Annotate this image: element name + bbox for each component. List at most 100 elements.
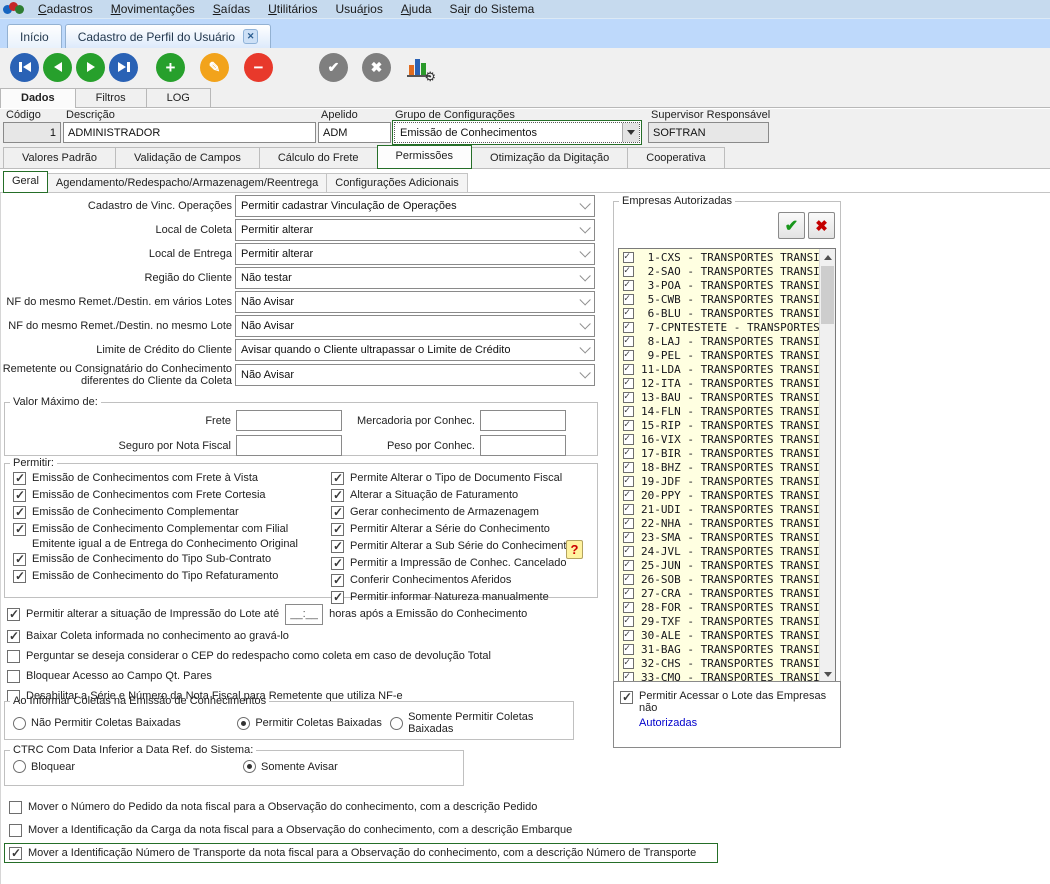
checkbox-icon[interactable] bbox=[331, 557, 344, 570]
menu-item[interactable]: Utilitários bbox=[259, 0, 326, 18]
empresa-row[interactable]: 8-LAJ - TRANSPORTES TRANSI bbox=[619, 334, 818, 348]
empresa-row[interactable]: 13-BAU - TRANSPORTES TRANSI bbox=[619, 390, 818, 404]
sub-tab[interactable]: Geral bbox=[3, 171, 48, 193]
checkbox-icon[interactable] bbox=[623, 644, 634, 655]
checkbox-icon[interactable] bbox=[623, 350, 634, 361]
checkbox-icon[interactable] bbox=[623, 616, 634, 627]
checkbox-icon[interactable] bbox=[623, 308, 634, 319]
permission-tab[interactable]: Valores Padrão bbox=[3, 147, 116, 168]
tab-cadastro-perfil[interactable]: Cadastro de Perfil do Usuário ✕ bbox=[65, 24, 271, 48]
menu-item[interactable]: Ajuda bbox=[392, 0, 441, 18]
checkbox-icon[interactable] bbox=[9, 847, 22, 860]
confirm-button[interactable]: ✔ bbox=[319, 53, 348, 82]
empresa-row[interactable]: 1-CXS - TRANSPORTES TRANSI bbox=[619, 250, 818, 264]
checkbox-icon[interactable] bbox=[331, 489, 344, 502]
checkbox-icon[interactable] bbox=[13, 506, 26, 519]
permitir-checkbox-row[interactable]: Permitir Alterar a Série do Conhecimento bbox=[331, 522, 595, 539]
valor-field-input[interactable] bbox=[480, 435, 566, 456]
permitir-checkbox-row[interactable]: Emissão de Conhecimento do Tipo Refatura… bbox=[13, 569, 313, 586]
combo-dropdown-icon[interactable] bbox=[622, 123, 639, 142]
scroll-up-icon[interactable] bbox=[820, 249, 835, 265]
checkbox-icon[interactable] bbox=[331, 472, 344, 485]
empresa-row[interactable]: 12-ITA - TRANSPORTES TRANSI bbox=[619, 376, 818, 390]
checkbox-icon[interactable] bbox=[7, 608, 20, 621]
checkbox-icon[interactable] bbox=[623, 504, 634, 515]
checkbox-icon[interactable] bbox=[623, 658, 634, 669]
empresa-row[interactable]: 26-SOB - TRANSPORTES TRANSI bbox=[619, 572, 818, 586]
empresa-row[interactable]: 24-JVL - TRANSPORTES TRANSI bbox=[619, 544, 818, 558]
empresa-row[interactable]: 5-CWB - TRANSPORTES TRANSI bbox=[619, 292, 818, 306]
empresa-row[interactable]: 29-TXF - TRANSPORTES TRANSI bbox=[619, 614, 818, 628]
scroll-down-icon[interactable] bbox=[820, 666, 835, 682]
checkbox-icon[interactable] bbox=[13, 472, 26, 485]
empresa-row[interactable]: 21-UDI - TRANSPORTES TRANSI bbox=[619, 502, 818, 516]
setting-dropdown[interactable]: Não testar bbox=[235, 267, 595, 289]
checkbox-icon[interactable] bbox=[7, 630, 20, 643]
empresa-row[interactable]: 31-BAG - TRANSPORTES TRANSI bbox=[619, 642, 818, 656]
tab-inicio[interactable]: Início bbox=[7, 24, 62, 48]
permitir-checkbox-row[interactable]: Emissão de Conhecimento Complementar com… bbox=[13, 522, 313, 552]
radio-icon[interactable] bbox=[243, 760, 256, 773]
menu-item[interactable]: Usuários bbox=[326, 0, 391, 18]
checkbox-icon[interactable] bbox=[623, 602, 634, 613]
valor-field-input[interactable] bbox=[480, 410, 566, 431]
main-tab[interactable]: LOG bbox=[146, 88, 211, 107]
checkbox-icon[interactable] bbox=[9, 824, 22, 837]
valor-field-input[interactable] bbox=[236, 410, 342, 431]
empresa-row[interactable]: 7-CPNTESTETE - TRANSPORTES bbox=[619, 320, 818, 334]
checkbox-icon[interactable] bbox=[620, 691, 633, 704]
checkbox-icon[interactable] bbox=[623, 546, 634, 557]
empresa-row[interactable]: 17-BIR - TRANSPORTES TRANSI bbox=[619, 446, 818, 460]
permitir-checkbox-row[interactable]: Alterar a Situação de Faturamento bbox=[331, 488, 595, 505]
impressao-lote-row[interactable]: Permitir alterar a situação de Impressão… bbox=[7, 603, 527, 625]
option-checkbox-row[interactable]: Bloquear Acesso ao Campo Qt. Pares bbox=[7, 666, 491, 686]
option-checkbox-row[interactable]: Baixar Coleta informada no conhecimento … bbox=[7, 626, 491, 646]
checkbox-icon[interactable] bbox=[7, 650, 20, 663]
empresa-row[interactable]: 19-JDF - TRANSPORTES TRANSI bbox=[619, 474, 818, 488]
empresa-row[interactable]: 30-ALE - TRANSPORTES TRANSI bbox=[619, 628, 818, 642]
setting-dropdown[interactable]: Não Avisar bbox=[235, 291, 595, 313]
first-record-button[interactable] bbox=[10, 53, 39, 82]
next-record-button[interactable] bbox=[76, 53, 105, 82]
checkbox-icon[interactable] bbox=[331, 574, 344, 587]
setting-dropdown[interactable]: Permitir alterar bbox=[235, 243, 595, 265]
permitir-checkbox-row[interactable]: Emissão de Conhecimento Complementar bbox=[13, 505, 313, 522]
empresa-row[interactable]: 11-LDA - TRANSPORTES TRANSI bbox=[619, 362, 818, 376]
empresa-row[interactable]: 25-JUN - TRANSPORTES TRANSI bbox=[619, 558, 818, 572]
radio-option[interactable]: Somente Avisar bbox=[243, 760, 338, 773]
setting-dropdown[interactable]: Não Avisar bbox=[235, 315, 595, 337]
checkbox-icon[interactable] bbox=[623, 266, 634, 277]
empresa-row[interactable]: 28-FOR - TRANSPORTES TRANSI bbox=[619, 600, 818, 614]
apelido-field[interactable] bbox=[318, 122, 391, 143]
previous-record-button[interactable] bbox=[43, 53, 72, 82]
chart-settings-button[interactable]: ⚙ bbox=[405, 53, 433, 81]
checkbox-icon[interactable] bbox=[331, 540, 344, 553]
last-record-button[interactable] bbox=[109, 53, 138, 82]
permission-tab[interactable]: Cooperativa bbox=[627, 147, 724, 168]
empresa-row[interactable]: 6-BLU - TRANSPORTES TRANSI bbox=[619, 306, 818, 320]
checkbox-icon[interactable] bbox=[13, 553, 26, 566]
radio-option[interactable]: Bloquear bbox=[13, 760, 243, 773]
menu-item[interactable]: Movimentações bbox=[102, 0, 204, 18]
checkbox-icon[interactable] bbox=[623, 378, 634, 389]
main-tab[interactable]: Dados bbox=[0, 88, 76, 108]
checkbox-icon[interactable] bbox=[7, 670, 20, 683]
menu-item[interactable]: Cadastros bbox=[29, 0, 102, 18]
option-checkbox-row[interactable]: Perguntar se deseja considerar o CEP do … bbox=[7, 646, 491, 666]
radio-icon[interactable] bbox=[13, 760, 26, 773]
checkbox-icon[interactable] bbox=[331, 523, 344, 536]
valor-field-input[interactable] bbox=[236, 435, 342, 456]
checkbox-icon[interactable] bbox=[331, 506, 344, 519]
checkbox-icon[interactable] bbox=[623, 462, 634, 473]
checkbox-icon[interactable] bbox=[623, 532, 634, 543]
empresa-row[interactable]: 27-CRA - TRANSPORTES TRANSI bbox=[619, 586, 818, 600]
checkbox-icon[interactable] bbox=[623, 364, 634, 375]
checkbox-icon[interactable] bbox=[13, 489, 26, 502]
checkbox-icon[interactable] bbox=[623, 406, 634, 417]
delete-record-button[interactable]: − bbox=[244, 53, 273, 82]
help-icon[interactable]: ? bbox=[566, 540, 583, 559]
setting-dropdown[interactable]: Permitir alterar bbox=[235, 219, 595, 241]
empresa-row[interactable]: 20-PPY - TRANSPORTES TRANSI bbox=[619, 488, 818, 502]
checkbox-icon[interactable] bbox=[9, 801, 22, 814]
empresa-row[interactable]: 9-PEL - TRANSPORTES TRANSI bbox=[619, 348, 818, 362]
